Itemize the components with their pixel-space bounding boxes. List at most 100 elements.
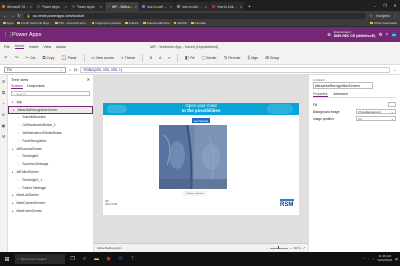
incognito-label[interactable]: Incognito bbox=[376, 14, 390, 18]
new-tab-button[interactable]: + bbox=[245, 2, 254, 11]
browser-tab[interactable]: How to build nested flows wit...✕ bbox=[210, 2, 244, 11]
expand-icon[interactable]: ▸ bbox=[12, 193, 15, 197]
tree-search-input[interactable]: ⌕ Search bbox=[11, 91, 90, 96]
font-size-button[interactable]: A bbox=[159, 56, 161, 60]
forward-icon[interactable]: → bbox=[10, 13, 14, 18]
expand-formula-icon[interactable]: ⌄ bbox=[393, 68, 396, 72]
menu-insert[interactable]: Insert bbox=[29, 45, 38, 49]
background-image-dropdown[interactable]: PhotoBackground ⌄ bbox=[356, 109, 396, 114]
browser-tab[interactable]: how to call a flow from anothe...✕ bbox=[140, 2, 174, 11]
tree-control-item[interactable]: ▫ FaceRecognition bbox=[8, 137, 93, 145]
get-started-button[interactable]: Get Started bbox=[192, 118, 210, 123]
close-tab-icon[interactable]: ✕ bbox=[204, 5, 207, 9]
fit-screen-icon[interactable]: ⤢ bbox=[303, 246, 305, 250]
help-icon[interactable]: ? bbox=[385, 32, 388, 37]
bookmark-item[interactable]: Fingerprint practice bbox=[91, 21, 121, 25]
bookmark-item[interactable]: Asculate bbox=[190, 21, 206, 25]
browser-tab[interactable]: how to call a flow from anothe...✕ bbox=[175, 2, 209, 11]
zoom-out-icon[interactable]: − bbox=[266, 246, 268, 250]
redo-button[interactable]: ↷ bbox=[15, 55, 19, 61]
control-name-field[interactable]: AttractAsRecognitionScreen bbox=[313, 82, 373, 89]
tree-control-item[interactable]: ▫ Success Message bbox=[8, 160, 93, 168]
menu-file[interactable]: File bbox=[4, 45, 10, 49]
copy-button[interactable]: ⧉ Copy bbox=[42, 55, 54, 60]
avatar[interactable]: MR bbox=[391, 31, 397, 38]
bookmark-item[interactable]: PSL - American Exp... bbox=[55, 21, 88, 25]
tree-control-item[interactable]: ▫ GetHandsomeButton_1 bbox=[8, 121, 93, 129]
zoom-slider-handle[interactable] bbox=[277, 246, 280, 250]
menu-view[interactable]: View bbox=[43, 45, 51, 49]
paste-button[interactable]: 📋 Paste bbox=[61, 55, 76, 61]
teams-icon[interactable]: T bbox=[128, 255, 137, 264]
more-menu-icon[interactable]: ⋮ bbox=[393, 13, 397, 18]
expand-icon[interactable]: ▸ bbox=[12, 100, 15, 104]
reorder-button[interactable]: ⇅ Reorder bbox=[224, 55, 241, 61]
url-input[interactable]: 🔒 us.create.powerapps.com/studio/# bbox=[23, 12, 367, 19]
expand-icon[interactable]: ▸ bbox=[12, 147, 15, 151]
bold-button[interactable]: B bbox=[150, 56, 152, 60]
close-tab-icon[interactable]: ✕ bbox=[64, 5, 67, 9]
expand-icon[interactable]: ▸ bbox=[12, 201, 15, 205]
tab-properties[interactable]: Properties bbox=[313, 92, 328, 97]
volume-icon[interactable]: ♪ bbox=[373, 257, 375, 261]
notifications-icon[interactable]: ▤ bbox=[395, 257, 398, 261]
outlook-icon[interactable]: ✉ bbox=[116, 255, 125, 264]
settings-icon[interactable]: ⚙ bbox=[378, 32, 382, 38]
media-icon[interactable]: ▣ bbox=[2, 123, 6, 128]
menu-home[interactable]: Home bbox=[14, 44, 25, 49]
screen-breadcrumb[interactable]: AttractAsRecognit... bbox=[97, 246, 124, 250]
browser-tab[interactable]: Power Apps ✕ bbox=[35, 2, 69, 11]
maximize-button[interactable]: ❐ bbox=[380, 0, 390, 11]
fx-icon[interactable]: fx bbox=[74, 68, 77, 72]
tree-screen-item[interactable]: ▸ MainConsentScreen bbox=[8, 199, 93, 207]
close-tab-icon[interactable]: ✕ bbox=[134, 5, 137, 9]
zoom-slider[interactable] bbox=[269, 246, 288, 250]
tree-screen-item[interactable]: ▸ AllFailedScreen bbox=[8, 168, 93, 176]
text-align-button[interactable]: ≡ bbox=[168, 56, 170, 60]
file-explorer-icon[interactable]: ▬ bbox=[92, 255, 101, 264]
edge-icon[interactable]: e bbox=[80, 255, 89, 264]
theme-button[interactable]: ◐ Theme bbox=[121, 55, 135, 60]
chrome-icon[interactable]: ◉ bbox=[104, 255, 113, 264]
new-screen-button[interactable]: ▭ New screen bbox=[91, 55, 114, 61]
clock[interactable]: 11:46 AM 12/22/2019 bbox=[377, 255, 392, 262]
group-button[interactable]: ⊞ Group bbox=[265, 55, 279, 61]
tree-screen-item[interactable]: ▸ MainLabScreen bbox=[8, 192, 93, 200]
fill-button[interactable]: ◧ Fill bbox=[185, 55, 195, 61]
data-icon[interactable]: ⛁ bbox=[2, 112, 5, 117]
close-icon[interactable]: ✕ bbox=[87, 77, 90, 82]
tree-control-item[interactable]: ▫ Rectangle1_1 bbox=[8, 176, 93, 184]
image-position-dropdown[interactable]: Fit ⌄ bbox=[356, 116, 396, 121]
camera-photo[interactable] bbox=[159, 125, 227, 189]
reload-icon[interactable]: ↻ bbox=[17, 13, 21, 18]
close-tab-icon[interactable]: ✕ bbox=[29, 5, 32, 9]
close-tab-icon[interactable]: ✕ bbox=[239, 5, 242, 9]
browser-tab[interactable]: Microsoft Office Home✕ bbox=[0, 2, 34, 11]
tab-advanced[interactable]: Advanced bbox=[334, 92, 348, 97]
app-launcher-icon[interactable]: ⋮⋮ bbox=[3, 32, 13, 38]
menu-action[interactable]: Action bbox=[56, 45, 66, 49]
tree-screen-item[interactable]: ▸ AttractAsRecognitionScreen bbox=[8, 105, 93, 114]
tab-screens[interactable]: Screens bbox=[11, 84, 23, 89]
tree-control-item[interactable]: ▫ SubmitAttraction bbox=[8, 114, 93, 122]
property-dropdown[interactable]: Fill ⌄ bbox=[4, 66, 66, 73]
fill-color-swatch[interactable] bbox=[388, 102, 396, 107]
task-view-icon[interactable]: ❐ bbox=[68, 255, 77, 264]
taskbar-search-input[interactable]: ⌕ Type here to search bbox=[15, 254, 65, 264]
hamburger-icon[interactable]: ☰ bbox=[2, 79, 6, 84]
tree-screen-item[interactable]: ▸ MainHomeScreen bbox=[8, 207, 93, 215]
browser-tab[interactable]: Power Apps ✕ bbox=[70, 2, 104, 11]
expand-icon[interactable]: ▸ bbox=[13, 108, 16, 112]
zoom-in-icon[interactable]: + bbox=[290, 246, 292, 250]
insert-icon[interactable]: + bbox=[2, 101, 4, 106]
browser-tab[interactable]: MIF - Welcome App - Sav...✕ bbox=[105, 2, 139, 11]
bookmark-item[interactable]: Anthem bbox=[125, 21, 139, 25]
expand-icon[interactable]: ▸ bbox=[12, 170, 15, 174]
cut-button[interactable]: ✂ Cut bbox=[25, 55, 35, 61]
star-icon[interactable]: ☆ bbox=[369, 13, 373, 18]
expand-icon[interactable]: ▸ bbox=[12, 209, 15, 213]
other-bookmarks[interactable]: Other bookmarks bbox=[370, 21, 397, 25]
bookmark-item[interactable]: Credit Card Info Reg... bbox=[17, 21, 51, 25]
chevron-up-icon[interactable]: ⌃ bbox=[362, 257, 365, 261]
tree-screen-item[interactable]: ▸ App bbox=[8, 98, 93, 106]
